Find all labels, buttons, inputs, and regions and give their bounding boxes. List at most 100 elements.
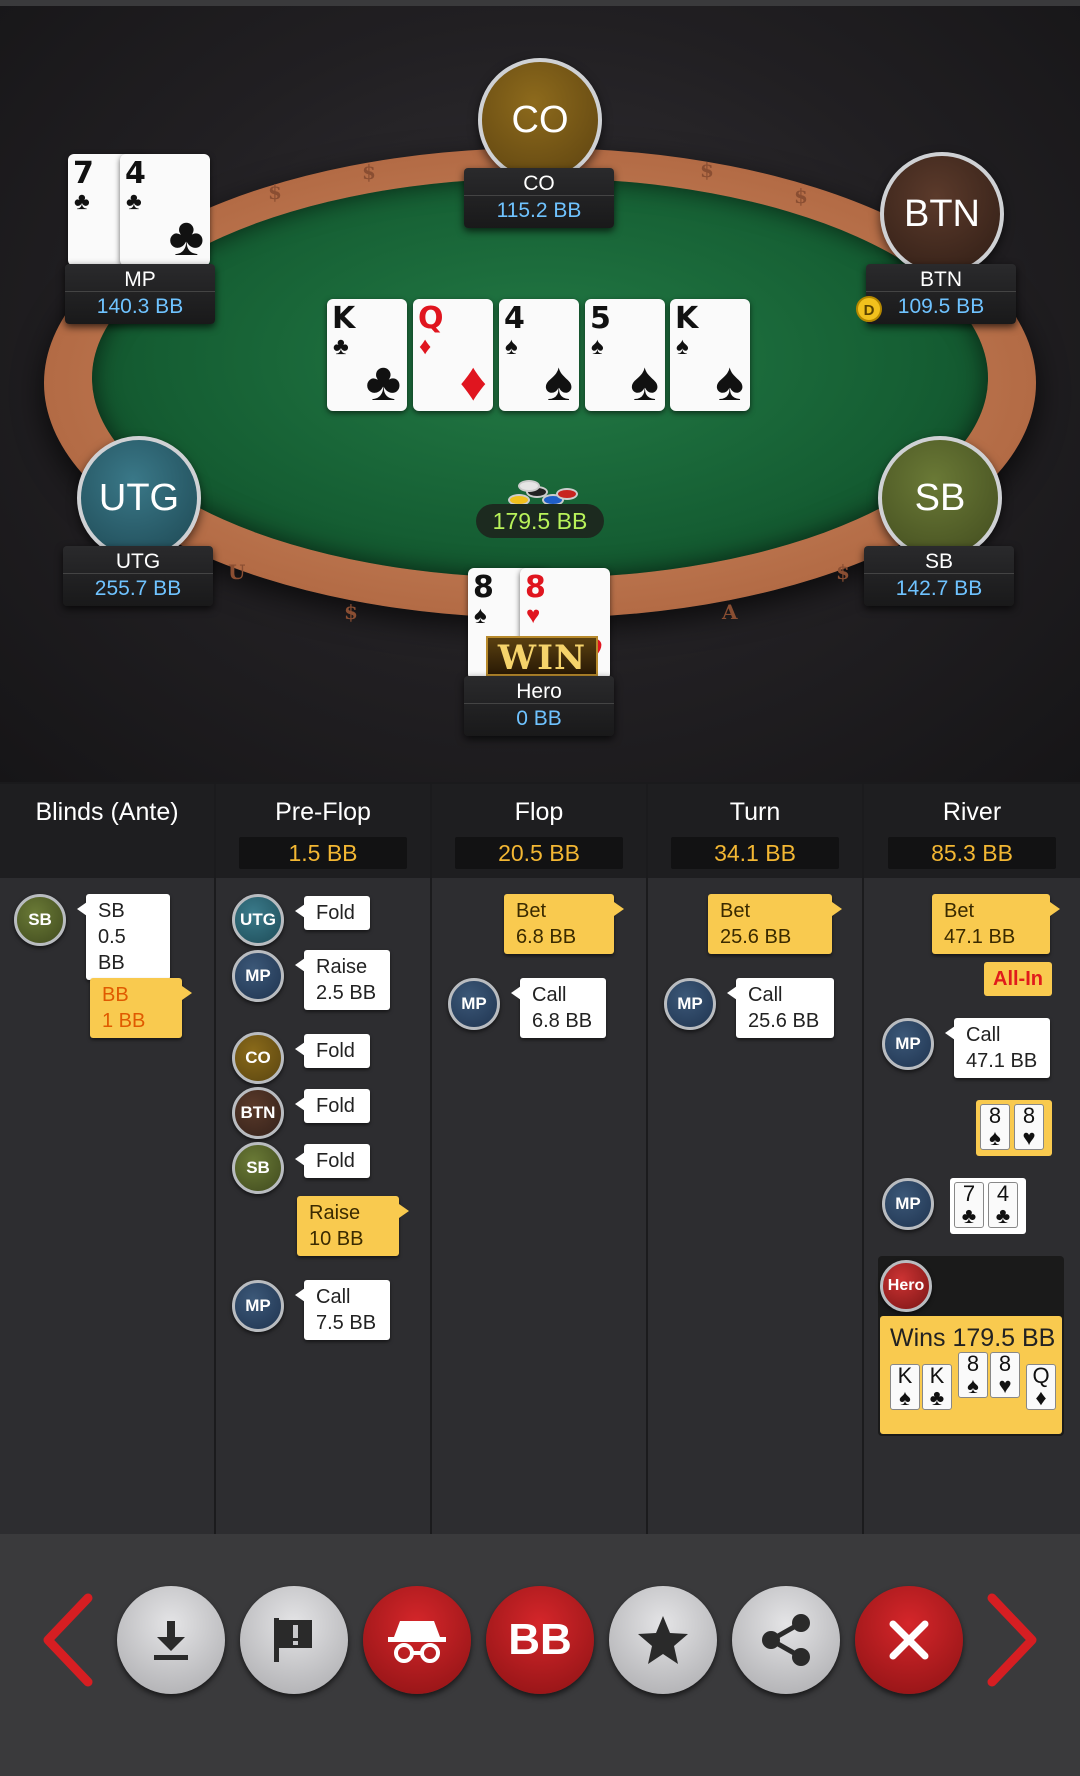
report-flag-icon <box>274 1618 312 1662</box>
chip-label: MP <box>461 994 487 1013</box>
chip-label: MP <box>677 994 703 1013</box>
street-pot: 85.3 BB <box>888 837 1056 869</box>
card-rank: 4 <box>996 1181 1010 1206</box>
incognito-button[interactable] <box>363 1586 471 1694</box>
player-chip-mp: MP <box>232 1280 284 1332</box>
action-bubble: SB 0.5 BB <box>77 894 170 980</box>
card-suit: ♥ <box>526 602 541 629</box>
action-type: Raise <box>309 1202 361 1224</box>
card-rank: 4 <box>125 156 146 191</box>
mp-hole-card-2: 4 ♣ ♣ <box>120 154 210 266</box>
player-chip-btn: BTN <box>232 1087 284 1139</box>
action-type: Fold <box>316 902 355 924</box>
close-icon <box>889 1620 929 1660</box>
card-suit: ♣ <box>995 1203 1011 1228</box>
action-amount: 25.6 BB <box>720 926 792 948</box>
card-rank: 8 <box>473 570 494 605</box>
action-bubble-hero: Raise 10 BB <box>297 1196 409 1256</box>
mp-name: MP <box>65 264 215 292</box>
btn-avatar[interactable]: BTN <box>880 152 1004 276</box>
chip-label: MP <box>245 1296 271 1315</box>
win-banner: WIN <box>486 636 598 678</box>
action-amount: 6.8 BB <box>516 926 577 948</box>
action-type: Bet <box>944 900 975 922</box>
board-card-1: K ♣ ♣ <box>327 299 407 411</box>
share-icon <box>762 1614 810 1666</box>
chip-label: SB <box>28 910 52 929</box>
card-suit: ♠ <box>474 602 487 629</box>
player-chip-mp: MP <box>664 978 716 1030</box>
player-chip-utg: UTG <box>232 894 284 946</box>
player-chip-sb: SB <box>14 894 66 946</box>
card-suit: ♣ <box>126 188 142 215</box>
card-suit-large: ♠ <box>544 352 573 411</box>
card-suit: ♠ <box>899 1385 911 1410</box>
mini-card: Q ♦ <box>1026 1364 1056 1410</box>
board-card-3: 4 ♠ ♠ <box>499 299 579 411</box>
card-rank: 7 <box>73 156 94 191</box>
card-suit-large: ♠ <box>715 352 744 411</box>
card-suit: ♠ <box>591 333 604 360</box>
poker-table-area: $ $ $ $ U $ A $ CO CO 115.2 BB BTN BTN 1… <box>0 0 1080 782</box>
street-title: Turn <box>729 798 781 826</box>
hero-seat-info: Hero 0 BB <box>464 676 614 736</box>
card-rank: Q <box>418 301 444 336</box>
chevron-right-icon[interactable] <box>982 1590 1042 1690</box>
sb-avatar[interactable]: SB <box>878 436 1002 560</box>
action-bubble-hero: Bet 6.8 BB <box>504 894 624 954</box>
winner-panel: Wins 179.5 BB K ♠ K ♣ 8 ♠ 8 ♥ Q ♦ <box>880 1316 1062 1434</box>
download-button[interactable] <box>117 1586 225 1694</box>
btn-name: BTN <box>866 264 1016 292</box>
report-button[interactable] <box>240 1586 348 1694</box>
mini-card: 7 ♣ <box>954 1182 984 1228</box>
action-type: Call <box>748 984 783 1006</box>
board-card-5: K ♠ ♠ <box>670 299 750 411</box>
action-type: Call <box>316 1286 351 1308</box>
sb-stack: 142.7 BB <box>895 577 983 600</box>
utg-avatar[interactable]: UTG <box>77 436 201 560</box>
chevron-left-icon[interactable] <box>38 1590 98 1690</box>
card-rank: 4 <box>504 301 525 336</box>
chip-label: Hero <box>887 1277 925 1294</box>
chip-label: UTG <box>240 910 276 929</box>
btn-seat-info: BTN 109.5 BB <box>866 264 1016 324</box>
utg-name: UTG <box>63 546 213 574</box>
card-rank: 8 <box>1022 1103 1036 1128</box>
btn-stack: 109.5 BB <box>897 295 985 318</box>
card-suit: ♠ <box>676 333 689 360</box>
street-header: Pre-Flop 1.5 BB <box>216 784 430 878</box>
action-bubble-hero: BB 1 BB <box>90 978 192 1038</box>
co-avatar[interactable]: CO <box>478 58 602 182</box>
star-icon <box>638 1616 688 1664</box>
action-bubble: Fold <box>295 1089 370 1123</box>
action-amount: 0.5 BB <box>98 926 126 974</box>
mp-showdown-cards: 7 ♣ 4 ♣ <box>950 1178 1026 1234</box>
action-type: Call <box>532 984 567 1006</box>
favorite-button[interactable] <box>609 1586 717 1694</box>
action-amount: 7.5 BB <box>316 1312 377 1334</box>
action-type: SB <box>98 900 125 922</box>
player-chip-co: CO <box>232 1032 284 1084</box>
card-rank: 8 <box>966 1351 980 1376</box>
chip-label: CO <box>245 1048 271 1067</box>
top-bar <box>0 0 1080 6</box>
action-bubble-hero: Bet 25.6 BB <box>708 894 842 954</box>
action-bubble: Call 25.6 BB <box>727 978 834 1038</box>
card-suit: ♥ <box>998 1373 1012 1398</box>
card-suit: ♦ <box>1035 1385 1047 1410</box>
download-icon <box>154 1621 188 1660</box>
share-button[interactable] <box>732 1586 840 1694</box>
card-rank: 5 <box>590 301 611 336</box>
mini-card: 8 ♥ <box>990 1352 1020 1398</box>
bb-toggle-button[interactable]: BB <box>486 1586 594 1694</box>
mini-card: K ♣ <box>922 1364 952 1410</box>
hero-name: Hero <box>464 676 614 704</box>
card-rank: 7 <box>962 1181 976 1206</box>
card-rank: K <box>929 1363 945 1388</box>
street-header: River 85.3 BB <box>864 784 1080 878</box>
co-stack: 115.2 BB <box>496 199 582 222</box>
mini-card: 8 ♠ <box>958 1352 988 1398</box>
close-button[interactable] <box>855 1586 963 1694</box>
chip-label: BTN <box>240 1103 276 1122</box>
card-suit: ♣ <box>929 1385 945 1410</box>
